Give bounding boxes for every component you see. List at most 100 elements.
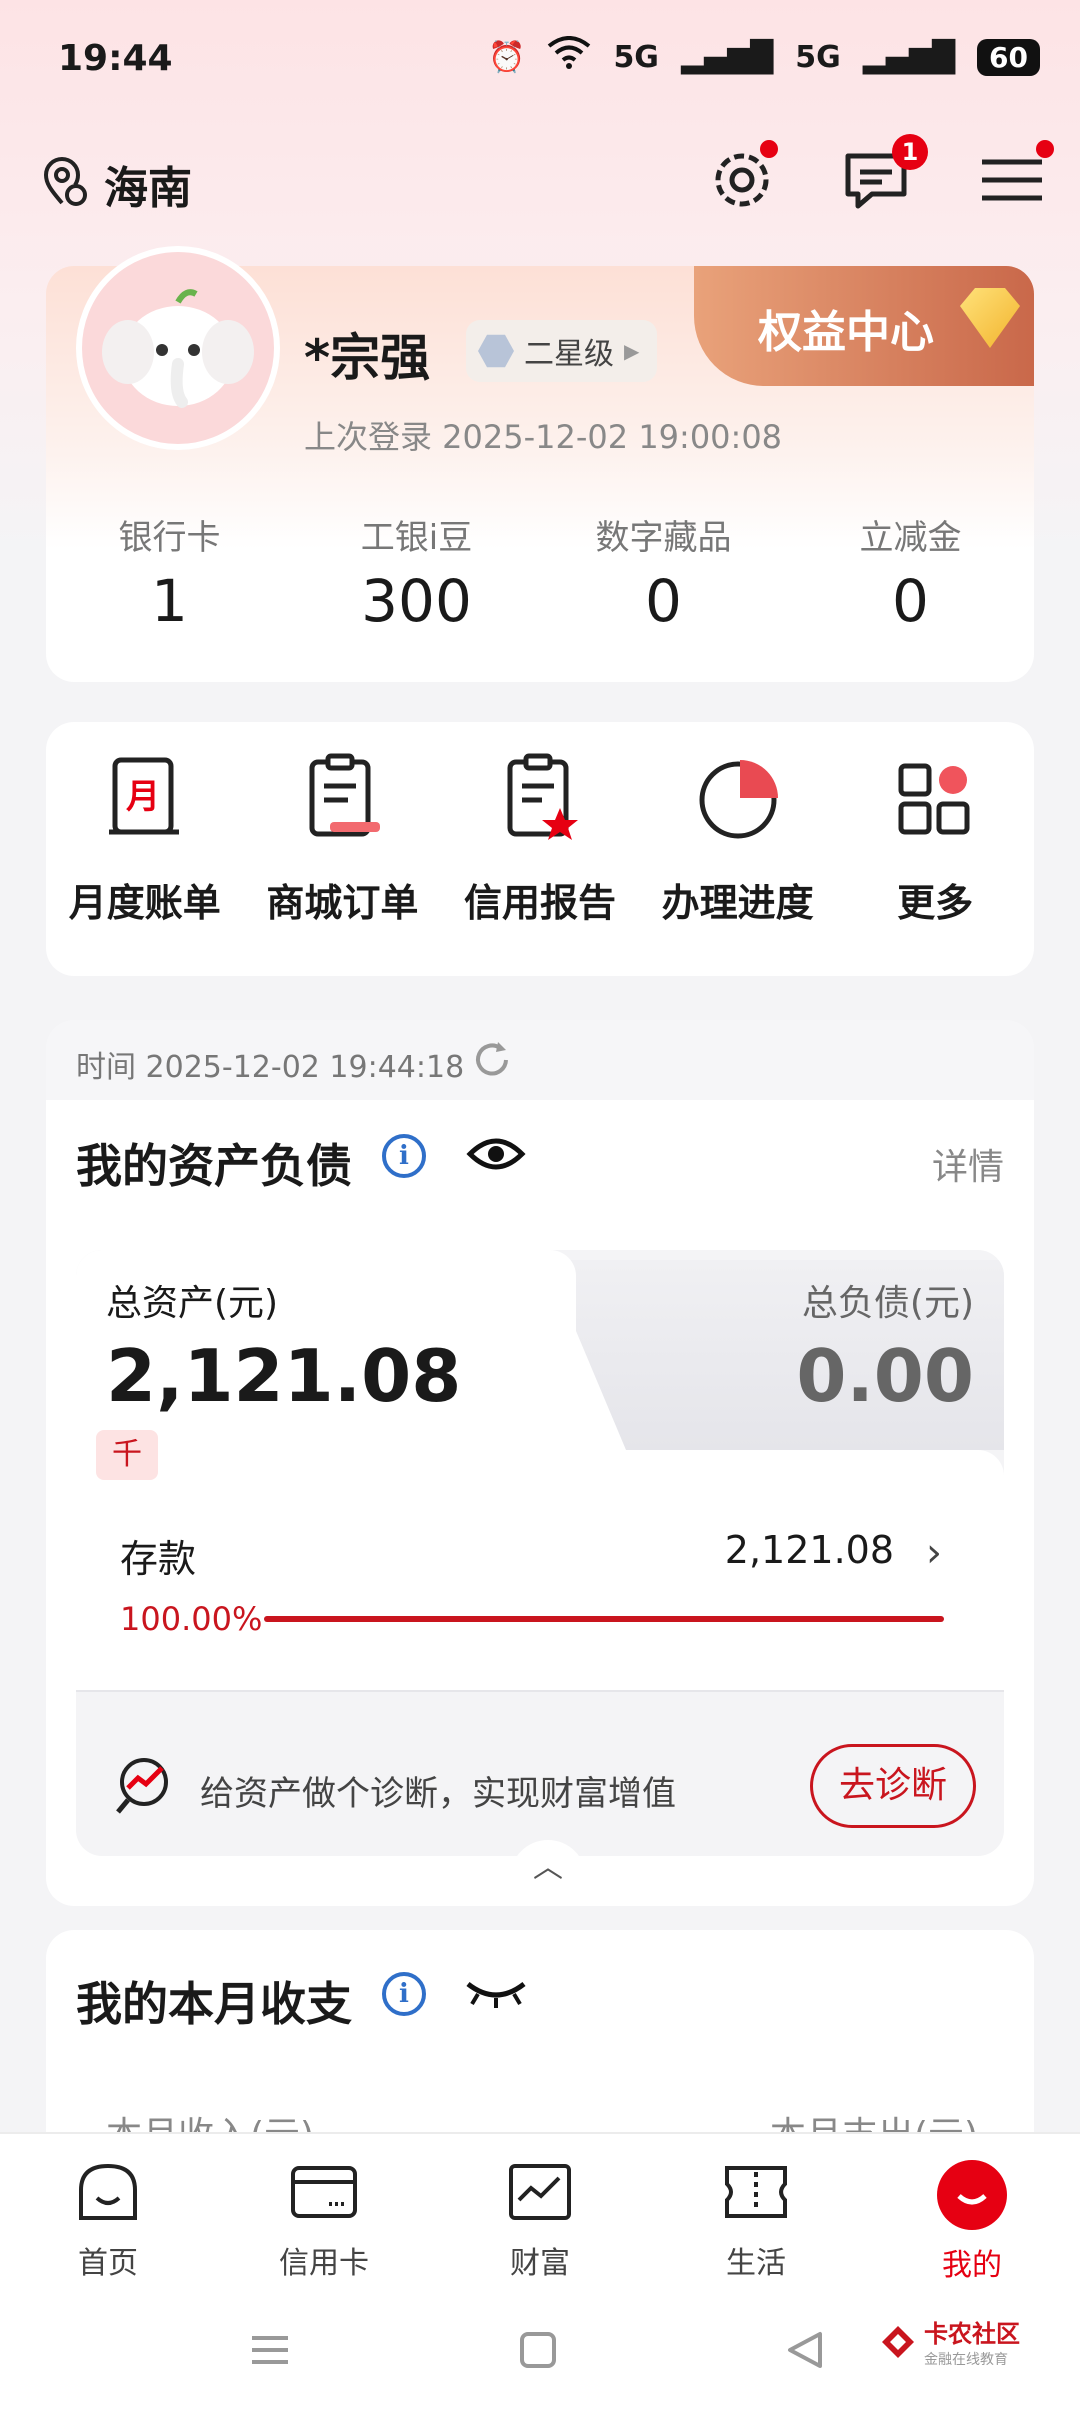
top-header: 海南 1 bbox=[0, 130, 1080, 240]
refresh-icon[interactable] bbox=[470, 1038, 514, 1086]
deposit-label: 存款 bbox=[120, 1537, 197, 1581]
nav-label: 生活 bbox=[726, 2246, 786, 2281]
quick-label: 信用报告 bbox=[463, 881, 616, 925]
credit-card-icon bbox=[291, 2166, 357, 2218]
eye-hidden-icon[interactable] bbox=[464, 1972, 528, 2016]
nav-label: 信用卡 bbox=[279, 2246, 369, 2281]
status-bar: 19:44 ⏰ 5G ▂▄▆█ 5G ▂▄▆█ 60 bbox=[0, 0, 1080, 120]
quick-monthly-bill[interactable]: 月 月度账单 bbox=[46, 750, 244, 927]
menu-dot bbox=[1036, 140, 1054, 158]
rights-center-label: 权益中心 bbox=[758, 307, 934, 358]
caret-right-icon: ▶ bbox=[624, 339, 640, 363]
signal-bars-icon: ▂▄▆█ bbox=[862, 39, 956, 75]
nav-label: 首页 bbox=[78, 2246, 138, 2281]
quick-progress[interactable]: 办理进度 bbox=[639, 750, 837, 927]
stat-value: 1 bbox=[151, 567, 188, 635]
info-icon[interactable]: i bbox=[382, 1972, 426, 2016]
eye-visible-icon[interactable] bbox=[466, 1132, 526, 1180]
nav-life[interactable]: 生活 bbox=[648, 2134, 864, 2292]
stat-icbc-beans[interactable]: 工银i豆 300 bbox=[293, 510, 540, 635]
quick-menu-row: 月 月度账单 商城订单 信用报告 办理进度 更多 bbox=[46, 750, 1034, 927]
watermark-title: 卡农社区 bbox=[924, 2320, 1020, 2348]
last-login-time: 上次登录 2025-12-02 19:00:08 bbox=[304, 418, 783, 456]
nav-credit-card[interactable]: 信用卡 bbox=[216, 2134, 432, 2292]
user-name: *宗强 bbox=[304, 329, 431, 387]
member-level-badge[interactable]: 二星级 ▶ bbox=[466, 320, 658, 382]
nav-label: 我的 bbox=[942, 2248, 1002, 2283]
mine-active-icon bbox=[937, 2160, 1007, 2230]
status-icons: ⏰ 5G ▂▄▆█ 5G ▂▄▆█ 60 bbox=[488, 36, 1040, 78]
info-icon[interactable]: i bbox=[382, 1134, 426, 1178]
diagnosis-row: 给资产做个诊断，实现财富增值 去诊断 bbox=[76, 1690, 1004, 1856]
rights-center-button[interactable]: 权益中心 bbox=[694, 266, 1034, 386]
alarm-icon: ⏰ bbox=[488, 39, 526, 75]
diagnosis-text: 给资产做个诊断，实现财富增值 bbox=[200, 1774, 676, 1814]
total-assets-value: 2,121.08 bbox=[106, 1334, 462, 1418]
messages-button[interactable]: 1 bbox=[838, 134, 928, 220]
location-selector[interactable]: 海南 bbox=[40, 152, 192, 216]
avatar[interactable] bbox=[76, 246, 280, 450]
quick-menu-card: 月 月度账单 商城订单 信用报告 办理进度 更多 bbox=[46, 722, 1034, 976]
stat-digital-collections[interactable]: 数字藏品 0 bbox=[540, 510, 787, 635]
monthly-bill-icon: 月 bbox=[108, 757, 179, 835]
stat-label: 立减金 bbox=[859, 518, 962, 558]
progress-pie-icon bbox=[699, 760, 778, 839]
nav-home[interactable]: 首页 bbox=[0, 2134, 216, 2292]
stat-label: 数字藏品 bbox=[595, 518, 732, 558]
signal-5g-1: 5G bbox=[613, 39, 659, 75]
quick-label: 办理进度 bbox=[661, 881, 814, 925]
mall-order-icon bbox=[309, 753, 381, 837]
deposit-value: 2,121.08 bbox=[724, 1528, 894, 1572]
asset-details-link[interactable]: 详情 bbox=[932, 1138, 1004, 1190]
settings-dot bbox=[760, 140, 778, 158]
diagnose-button[interactable]: 去诊断 bbox=[810, 1744, 976, 1828]
total-debt-label: 总负债(元) bbox=[801, 1283, 974, 1324]
quick-label: 商城订单 bbox=[266, 881, 419, 925]
signal-bars-icon: ▂▄▆█ bbox=[680, 39, 774, 75]
deposit-progress-bar bbox=[264, 1616, 944, 1622]
ticket-icon bbox=[725, 2166, 787, 2218]
stat-instant-discount[interactable]: 立减金 0 bbox=[787, 510, 1034, 635]
more-grid-icon bbox=[898, 763, 970, 835]
quick-credit-report[interactable]: 信用报告 bbox=[441, 750, 639, 927]
recent-apps-icon bbox=[252, 2336, 288, 2364]
deposit-percent: 100.00% bbox=[120, 1600, 263, 1638]
stat-label: 工银i豆 bbox=[360, 518, 473, 558]
recent-apps-button[interactable] bbox=[240, 2320, 300, 2380]
signal-5g-2: 5G bbox=[795, 39, 841, 75]
battery-indicator: 60 bbox=[977, 38, 1040, 76]
square-home-icon bbox=[520, 2332, 556, 2368]
stat-label: 银行卡 bbox=[118, 518, 221, 558]
bottom-navigation: 首页 信用卡 财富 生活 我的 bbox=[0, 2132, 1080, 2292]
location-pin-icon bbox=[40, 157, 90, 211]
chevron-right-icon: › bbox=[926, 1530, 942, 1576]
home-icon bbox=[79, 2163, 137, 2220]
asset-update-time: 时间 2025-12-02 19:44:18 bbox=[76, 1050, 465, 1085]
system-navigation-bar: 卡农社区 金融在线教育 bbox=[0, 2292, 1080, 2412]
elephant-avatar-icon bbox=[102, 289, 254, 408]
total-debt-value: 0.00 bbox=[796, 1334, 974, 1418]
asset-time-bar: 时间 2025-12-02 19:44:18 bbox=[46, 1020, 1034, 1100]
quick-more[interactable]: 更多 bbox=[836, 750, 1034, 927]
deposit-row[interactable]: 存款 2,121.08 › 100.00% bbox=[76, 1450, 1004, 1690]
settings-button[interactable] bbox=[702, 140, 782, 220]
stat-bank-cards[interactable]: 银行卡 1 bbox=[46, 510, 293, 635]
credit-report-icon bbox=[507, 753, 578, 840]
home-system-button[interactable] bbox=[508, 2320, 568, 2380]
wifi-icon bbox=[547, 36, 591, 78]
watermark-logo-icon bbox=[882, 2325, 914, 2358]
nav-mine[interactable]: 我的 bbox=[864, 2134, 1080, 2292]
nav-wealth[interactable]: 财富 bbox=[432, 2134, 648, 2292]
stat-value: 0 bbox=[645, 567, 682, 635]
watermark: 卡农社区 金融在线教育 bbox=[880, 2314, 1020, 2369]
profile-stats: 银行卡 1 工银i豆 300 数字藏品 0 立减金 0 bbox=[46, 510, 1034, 635]
nav-label: 财富 bbox=[510, 2246, 570, 2281]
quick-mall-orders[interactable]: 商城订单 bbox=[244, 750, 442, 927]
triangle-back-icon bbox=[788, 2332, 822, 2368]
back-system-button[interactable] bbox=[776, 2320, 836, 2380]
menu-button[interactable] bbox=[972, 140, 1054, 220]
quick-label: 月度账单 bbox=[68, 881, 221, 925]
unit-toggle-tag[interactable]: 千 bbox=[96, 1430, 158, 1480]
total-assets-label: 总资产(元) bbox=[106, 1283, 279, 1324]
asset-liability-card: 时间 2025-12-02 19:44:18 我的资产负债 i 详情 总资产(元… bbox=[46, 1020, 1034, 1906]
